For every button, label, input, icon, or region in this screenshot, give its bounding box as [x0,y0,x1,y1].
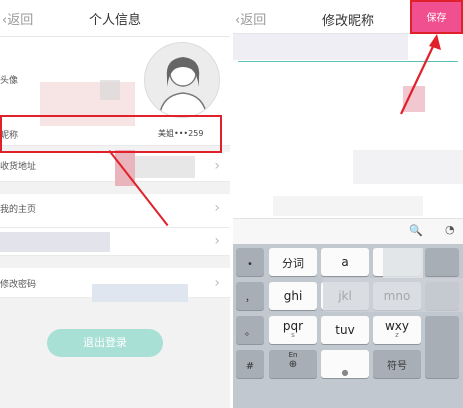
personal-info-screen: ‹返回 个人信息 头像 昵称 美姐•••259 收货地址 › 我的主页 › › … [0,0,230,408]
key-delete[interactable] [425,248,459,276]
avatar[interactable] [144,42,220,118]
keyboard: • ， 。 # 分词 a ghi jkl mno pqrs tuv wxyz E… [233,244,463,408]
mosaic-block [353,150,463,184]
search-icon[interactable]: 🔍 [409,224,423,237]
annotation-arrow [400,34,441,115]
key-space[interactable]: ● [321,350,369,378]
key-en[interactable]: En ⊕ [269,350,317,378]
key-left-2[interactable]: ， [236,282,264,310]
keyboard-toolbar: 🔍 ◔ [233,218,463,244]
key-abc[interactable]: a [321,248,369,276]
mosaic-block [323,278,463,312]
homepage-row[interactable]: 我的主页 › [0,194,230,228]
address-label: 收货地址 [0,162,37,172]
header: ‹返回 个人信息 [0,0,230,37]
key-symbol[interactable]: 符号 [373,350,421,378]
globe-icon: ⊕ [288,359,298,370]
homepage-label: 我的主页 [0,205,37,215]
password-label: 修改密码 [0,280,37,290]
key-left-4[interactable]: # [236,350,264,378]
edit-nickname-screen: ‹返回 修改昵称 保存 🔍 ◔ • ， 。 # 分词 a ghi jkl mno [233,0,463,408]
key-tuv[interactable]: tuv [321,316,369,344]
logout-button[interactable]: 退出登录 [47,329,163,357]
key-ghi[interactable]: ghi [269,282,317,310]
mosaic-block [233,34,408,60]
mosaic-block [273,196,423,216]
chevron-right-icon: › [214,158,220,174]
nickname-highlight [0,115,222,153]
key-wxyz[interactable]: wxy z [373,316,421,344]
key-left-1[interactable]: • [236,248,264,276]
avatar-label: 头像 [0,76,19,86]
mosaic-block [100,80,120,100]
mosaic-block [135,156,195,178]
chevron-right-icon: › [214,233,220,249]
key-fenci[interactable]: 分词 [269,248,317,276]
chevron-right-icon: › [214,200,220,216]
mic-icon: ● [341,368,349,377]
emoji-icon[interactable]: ◔ [445,223,455,236]
page-title: 个人信息 [88,13,141,28]
header: ‹返回 修改昵称 保存 [233,0,463,34]
mosaic-block [0,232,110,252]
mosaic-block [383,248,423,278]
mosaic-block [92,284,188,302]
user-silhouette-icon [158,57,208,117]
save-button[interactable]: 保存 [410,0,463,34]
key-left-3[interactable]: 。 [236,316,264,344]
chevron-right-icon: › [214,275,220,291]
key-pqrs[interactable]: pqr s [269,316,317,344]
key-enter[interactable] [425,316,459,378]
